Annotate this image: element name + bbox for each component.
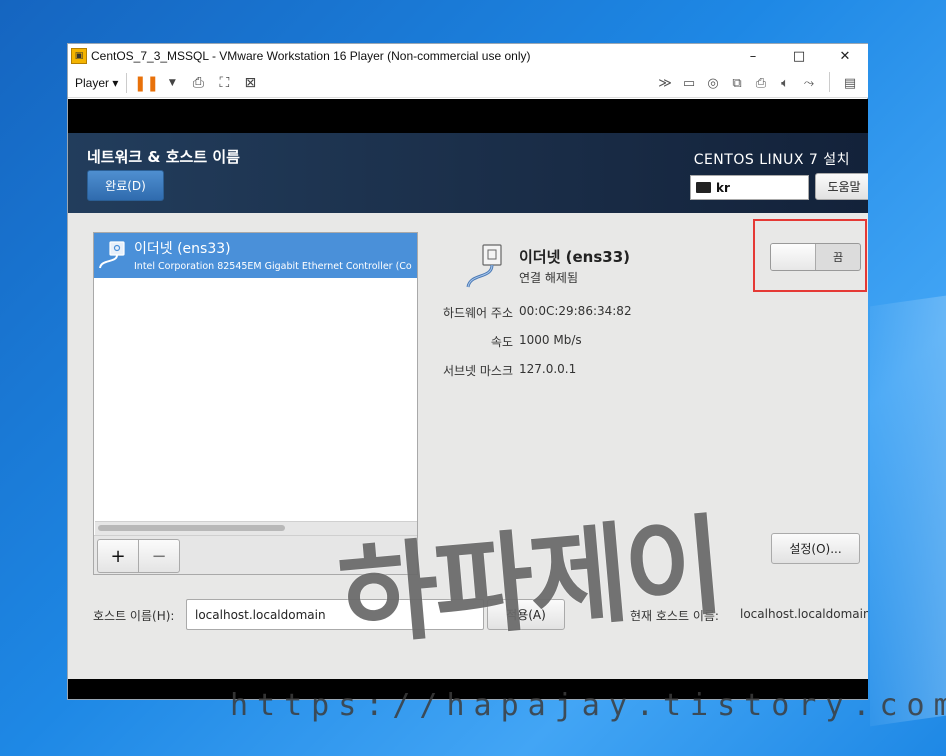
subnet-mask-value: 127.0.0.1 [519, 362, 577, 376]
window-controls: – □ ✕ [730, 44, 868, 68]
keyboard-layout-indicator[interactable]: kr [690, 175, 809, 200]
speed-value: 1000 Mb/s [519, 333, 582, 347]
toggle-state-label: 끔 [832, 251, 844, 264]
device-name: 이더넷 (ens33) [134, 241, 231, 257]
printer-icon[interactable]: ⎙ [749, 72, 773, 94]
configure-button[interactable]: 설정(O)... [771, 533, 860, 564]
current-hostname-value: localhost.localdomain [740, 607, 868, 621]
toolbar-separator [126, 72, 128, 93]
title-bar: ▣ CentOS_7_3_MSSQL - VMware Workstation … [68, 44, 868, 68]
spoke-title: 네트워크 & 호스트 이름 [87, 148, 240, 166]
detail-device-name: 이더넷 (ens33) [519, 248, 630, 266]
minimize-button[interactable]: – [730, 44, 776, 68]
send-ctrl-alt-del-icon[interactable]: ⎙ [187, 72, 209, 94]
vm-toolbar: Player ▾ ❚❚ ▼ ⎙ ⛶ ⊠ ≫ ▭ ◎ ⧉ ⎙ 🔈︎ ⤳ ▤ [68, 68, 868, 98]
maximize-button[interactable]: □ [776, 44, 822, 68]
keyboard-layout-label: kr [716, 180, 730, 195]
usb-icon[interactable]: ⤳ [797, 72, 821, 94]
scrollbar-thumb[interactable] [98, 525, 285, 531]
device-description: Intel Corporation 82545EM Gigabit Ethern… [134, 261, 412, 272]
product-title: CENTOS LINUX 7 설치 [693, 152, 850, 168]
more-devices-icon[interactable]: ≫ [653, 72, 677, 94]
close-button[interactable]: ✕ [822, 44, 868, 68]
vmware-app-icon: ▣ [71, 48, 87, 64]
remove-device-button[interactable]: − [138, 539, 180, 573]
hostname-label: 호스트 이름(H): [93, 609, 175, 623]
pause-dropdown-icon[interactable]: ▼ [161, 72, 183, 94]
cd-dvd-icon[interactable]: ◎ [701, 72, 725, 94]
hardware-address-value: 00:0C:29:86:34:82 [519, 304, 632, 318]
connection-toggle[interactable]: 끔 [770, 243, 861, 271]
player-menu[interactable]: Player ▾ [75, 76, 118, 90]
ethernet-icon [466, 244, 502, 288]
pause-icon[interactable]: ❚❚ [134, 72, 159, 94]
unity-icon[interactable]: ⊠ [239, 72, 261, 94]
list-item[interactable]: 이더넷 (ens33) Intel Corporation 82545EM Gi… [94, 233, 417, 278]
anaconda-header: 네트워크 & 호스트 이름 완료(D) CENTOS LINUX 7 설치 kr… [68, 133, 868, 213]
watermark-text: 하파제이 [334, 503, 726, 662]
ethernet-icon [99, 241, 125, 269]
subnet-mask-label: 서브넷 마스크 [442, 364, 513, 378]
device-icons: ≫ ▭ ◎ ⧉ ⎙ 🔈︎ ⤳ ▤ [653, 72, 862, 94]
connection-status: 연결 해제됨 [519, 271, 579, 285]
window-title: CentOS_7_3_MSSQL - VMware Workstation 16… [91, 49, 531, 63]
done-button[interactable]: 완료(D) [87, 170, 164, 201]
toolbar-separator [829, 72, 830, 92]
hardware-address-label: 하드웨어 주소 [442, 306, 513, 320]
speed-label: 속도 [490, 335, 513, 349]
message-log-icon[interactable]: ▤ [838, 72, 862, 94]
watermark-url: https://hapajay.tistory.com/ [230, 688, 946, 723]
network-adapter-icon[interactable]: ⧉ [725, 72, 749, 94]
hard-disk-icon[interactable]: ▭ [677, 72, 701, 94]
toggle-knob[interactable] [771, 244, 816, 270]
help-button[interactable]: 도움말 [815, 173, 868, 200]
desktop-light-streak [870, 293, 946, 727]
fullscreen-icon[interactable]: ⛶ [213, 72, 235, 94]
sound-icon[interactable]: 🔈︎ [773, 72, 797, 94]
add-device-button[interactable]: + [97, 539, 139, 573]
keyboard-icon [696, 182, 711, 193]
